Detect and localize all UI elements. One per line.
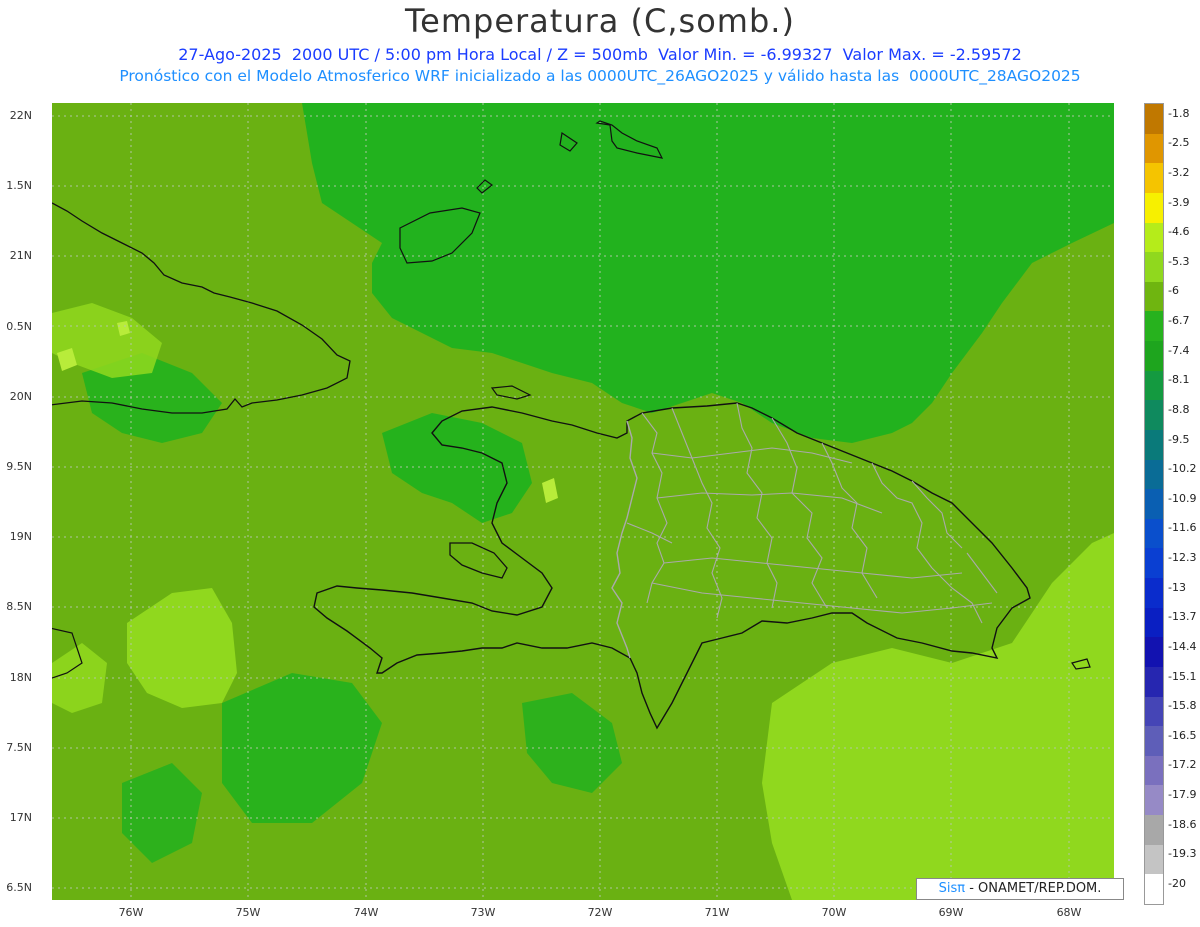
map-title: Temperatura (C,somb.) [405,2,795,40]
y-tick-label: 8.5N [6,600,32,613]
colorbar-label: -1.8 [1168,106,1190,120]
colorbar-segment [1145,163,1163,194]
y-tick-label: 21N [9,249,32,262]
x-tick-label: 72W [587,906,613,919]
credit-brand: Sisπ [938,881,966,896]
y-tick-label: 9.5N [6,460,32,473]
colorbar-label: -7.4 [1168,343,1190,357]
x-tick-label: 74W [353,906,379,919]
x-tick-label: 75W [235,906,261,919]
y-tick-label: 17N [9,811,32,824]
colorbar-label: -5.3 [1168,254,1190,268]
map-subtitle-date: 27-Ago-2025 2000 UTC / 5:00 pm Hora Loca… [178,45,1022,64]
colorbar-label: -8.1 [1168,373,1190,387]
y-tick-label: 1.5N [6,179,32,192]
y-tick-label: 6.5N [6,881,32,894]
colorbar-label: -12.3 [1168,551,1197,565]
y-tick-label: 7.5N [6,741,32,754]
colorbar-segment [1145,815,1163,846]
colorbar-label: -15.8 [1168,699,1197,713]
colorbar-segment [1145,133,1163,164]
colorbar-label: -4.6 [1168,225,1190,239]
y-tick-label: 0.5N [6,320,32,333]
colorbar-segment [1145,844,1163,875]
temperature-map [52,103,1114,900]
colorbar-label: -8.8 [1168,402,1190,416]
colorbar-segment [1145,489,1163,520]
colorbar-segment [1145,518,1163,549]
colorbar-segment [1145,192,1163,223]
y-tick-label: 19N [9,530,32,543]
credit-box: Sisπ - ONAMET/REP.DOM. [916,878,1124,900]
colorbar-label: -13 [1168,580,1186,594]
colorbar-label: -13.7 [1168,610,1197,624]
colorbar-segment [1145,874,1163,905]
map-field [52,103,1114,900]
credit-text: - ONAMET/REP.DOM. [965,881,1102,896]
colorbar-segment [1145,459,1163,490]
colorbar [1144,103,1164,905]
colorbar-label: -2.5 [1168,136,1190,150]
map-subtitle-model: Pronóstico con el Modelo Atmosferico WRF… [119,67,1081,85]
x-tick-label: 70W [821,906,847,919]
colorbar-segment [1145,281,1163,312]
colorbar-label: -17.9 [1168,788,1197,802]
colorbar-segment [1145,429,1163,461]
colorbar-segment [1145,607,1163,638]
x-tick-label: 68W [1056,906,1082,919]
colorbar-segment [1145,252,1163,283]
colorbar-label: -9.5 [1168,432,1190,446]
colorbar-segment [1145,548,1163,579]
colorbar-label: -6 [1168,284,1179,298]
colorbar-label: -10.9 [1168,491,1197,505]
colorbar-segment [1145,666,1163,698]
colorbar-segment [1145,755,1163,786]
y-tick-label: 20N [9,390,32,403]
colorbar-label: -15.1 [1168,669,1197,683]
y-tick-label: 18N [9,671,32,684]
colorbar-label: -3.2 [1168,165,1190,179]
colorbar-segment [1145,637,1163,668]
colorbar-segment [1145,400,1163,431]
colorbar-segment [1145,726,1163,757]
colorbar-segment [1145,785,1163,816]
colorbar-label: -20 [1168,877,1186,890]
colorbar-segment [1145,311,1163,342]
colorbar-label: -19.3 [1168,847,1197,861]
colorbar-segment [1145,104,1163,135]
x-tick-label: 69W [938,906,964,919]
colorbar-segment [1145,696,1163,727]
colorbar-label: -14.4 [1168,639,1197,653]
colorbar-label: -17.2 [1168,758,1197,772]
x-tick-label: 71W [704,906,730,919]
x-tick-label: 76W [118,906,144,919]
colorbar-label: -11.6 [1168,521,1197,535]
x-tick-label: 73W [470,906,496,919]
colorbar-segment [1145,370,1163,401]
colorbar-segment [1145,578,1163,609]
y-tick-label: 22N [9,109,32,122]
colorbar-label: -10.2 [1168,462,1197,476]
colorbar-label: -18.6 [1168,817,1197,831]
colorbar-segment [1145,222,1163,253]
colorbar-label: -6.7 [1168,314,1190,328]
colorbar-segment [1145,341,1163,372]
colorbar-label: -16.5 [1168,728,1197,742]
colorbar-label: -3.9 [1168,195,1190,209]
